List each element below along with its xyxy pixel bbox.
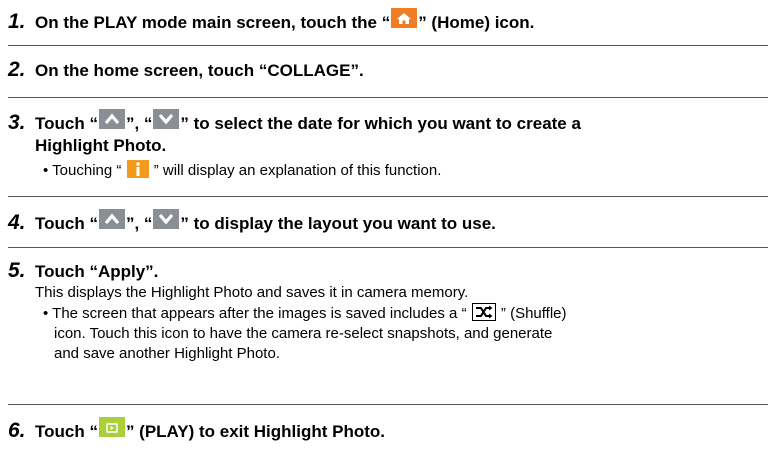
divider bbox=[8, 45, 768, 46]
home-icon bbox=[391, 8, 418, 28]
step-text: On the home screen, touch “COLLAGE”. bbox=[35, 61, 364, 80]
step-continuation: Highlight Photo. bbox=[35, 136, 167, 155]
step-text: Touch “Apply”. bbox=[35, 262, 159, 281]
step-1: 1. On the PLAY mode main screen, touch t… bbox=[8, 8, 534, 34]
step-4: 4. Touch “ ”, “ ” to display the layout … bbox=[8, 209, 496, 235]
bullet-text: ” will display an explanation of this fu… bbox=[153, 162, 442, 179]
divider bbox=[8, 247, 768, 248]
bullet-text: ” (Shuffle) bbox=[500, 305, 567, 322]
up-arrow-icon bbox=[98, 109, 125, 129]
step-text: ” (Home) icon. bbox=[418, 13, 535, 32]
divider bbox=[8, 196, 768, 197]
bullet-char: • bbox=[43, 162, 49, 179]
step-number: 6. bbox=[8, 419, 26, 442]
divider bbox=[8, 97, 768, 98]
step-paragraph: This displays the Highlight Photo and sa… bbox=[35, 284, 469, 301]
step-text: ” to select the date for which you want … bbox=[180, 114, 581, 133]
bullet-continuation: icon. Touch this icon to have the camera… bbox=[54, 325, 553, 342]
bullet-item: • Touching “ ” will display an explanati… bbox=[43, 160, 581, 181]
info-icon bbox=[126, 160, 149, 178]
step-2: 2. On the home screen, touch “COLLAGE”. bbox=[8, 59, 364, 82]
step-text: On the PLAY mode main screen, touch the … bbox=[35, 13, 391, 32]
bullet-text: The screen that appears after the images… bbox=[52, 305, 467, 322]
play-icon bbox=[98, 417, 125, 437]
step-text: Touch “ bbox=[35, 114, 98, 133]
step-number: 3. bbox=[8, 111, 26, 134]
down-arrow-icon bbox=[153, 209, 180, 229]
step-6: 6. Touch “ ” (PLAY) to exit Highlight Ph… bbox=[8, 417, 385, 443]
step-number: 5. bbox=[8, 259, 26, 282]
step-text: ”, “ bbox=[125, 114, 153, 133]
step-number: 1. bbox=[8, 10, 26, 33]
up-arrow-icon bbox=[98, 209, 125, 229]
step-number: 4. bbox=[8, 211, 26, 234]
step-number: 2. bbox=[8, 58, 26, 81]
bullet-item: • The screen that appears after the imag… bbox=[43, 303, 567, 324]
bullet-char: • bbox=[43, 305, 49, 322]
step-text: Touch “ bbox=[35, 422, 98, 441]
step-text: ” (PLAY) to exit Highlight Photo. bbox=[125, 422, 386, 441]
step-text: Touch “ bbox=[35, 214, 98, 233]
divider bbox=[8, 404, 768, 405]
bullet-continuation: and save another Highlight Photo. bbox=[54, 345, 280, 362]
step-3: 3. Touch “ ”, “ ” to select the date for… bbox=[8, 109, 581, 181]
down-arrow-icon bbox=[153, 109, 180, 129]
step-text: ” to display the layout you want to use. bbox=[180, 214, 496, 233]
step-5: 5. Touch “Apply”. This displays the High… bbox=[8, 260, 567, 364]
shuffle-icon bbox=[471, 303, 496, 321]
bullet-text: Touching “ bbox=[52, 162, 122, 179]
step-text: ”, “ bbox=[125, 214, 153, 233]
